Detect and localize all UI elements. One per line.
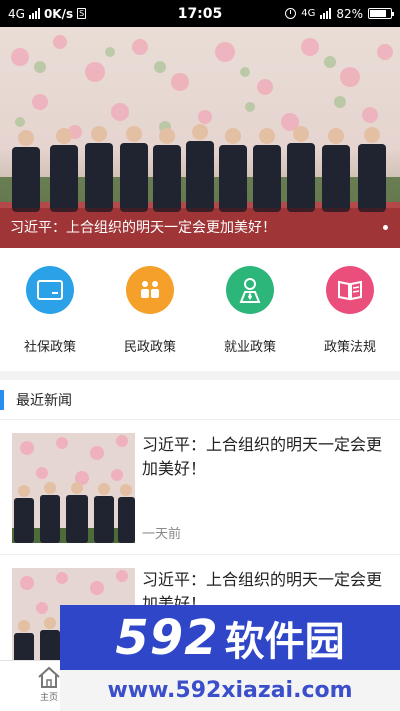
section-title: 最近新闻 xyxy=(16,392,72,409)
app-screen: 4G 0K/s S 17:05 4G 82% 习近平：上合组织的明天一定会更加美… xyxy=(0,0,400,711)
news-time: 一天前 xyxy=(142,527,182,542)
banner-caption: 习近平：上合组织的明天一定会更加美好！ xyxy=(0,208,400,248)
watermark-url: www.592xiazai.com xyxy=(60,670,400,711)
people-icon xyxy=(126,266,174,314)
category-employment[interactable]: 就业政策 xyxy=(200,248,300,371)
card-icon xyxy=(26,266,74,314)
category-label: 就业政策 xyxy=(223,340,276,355)
category-grid: 社保政策 民政政策 就业政策 政策法规 xyxy=(0,248,400,371)
category-label: 政策法规 xyxy=(323,340,376,355)
nav-home-label: 主页 xyxy=(39,693,58,703)
signal-icon-right xyxy=(320,8,332,19)
battery-icon xyxy=(368,8,394,19)
person-icon xyxy=(226,266,274,314)
network-type-right: 4G xyxy=(301,8,316,19)
book-icon xyxy=(326,266,374,314)
section-accent-bar xyxy=(0,389,4,410)
home-icon xyxy=(38,666,60,688)
watermark-text: 软件园 xyxy=(224,618,345,665)
category-civil-affairs[interactable]: 民政政策 xyxy=(100,248,200,371)
network-type-left: 4G xyxy=(8,6,25,21)
news-list-item[interactable]: 习近平：上合组织的明天一定会更加美好！ 一天前 xyxy=(0,421,400,555)
news-title: 习近平：上合组织的明天一定会更加美好！ xyxy=(142,435,383,478)
news-section-header: 最近新闻 xyxy=(0,380,400,420)
category-regulations[interactable]: 政策法规 xyxy=(300,248,400,371)
network-speed: 0K/s xyxy=(43,6,74,21)
news-thumbnail xyxy=(12,433,135,543)
status-bar: 4G 0K/s S 17:05 4G 82% xyxy=(0,0,400,27)
category-label: 民政政策 xyxy=(123,340,176,355)
category-social-security[interactable]: 社保政策 xyxy=(0,248,100,371)
signal-icon xyxy=(28,8,40,19)
watermark-number: 592 xyxy=(115,609,219,666)
watermark: 592 软件园 www.592xiazai.com xyxy=(60,605,400,711)
carousel-indicator xyxy=(383,225,388,230)
sim-icon: S xyxy=(77,8,87,19)
battery-percent: 82% xyxy=(336,6,363,21)
category-label: 社保政策 xyxy=(23,340,76,355)
banner-carousel[interactable]: 习近平：上合组织的明天一定会更加美好！ xyxy=(0,27,400,248)
alarm-icon xyxy=(285,8,297,19)
